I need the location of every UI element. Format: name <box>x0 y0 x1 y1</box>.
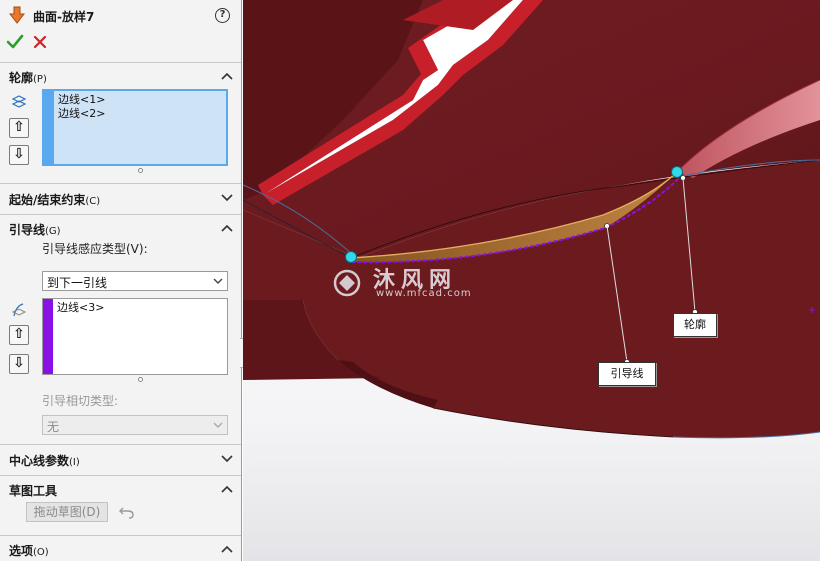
guide-tangency-label: 引导相切类型: <box>42 394 119 408</box>
guide-influence-select[interactable]: 到下一引线 <box>42 271 228 291</box>
section-start-end-header[interactable]: 起始/结束约束(C) <box>0 187 241 209</box>
section-centerline-label: 中心线参数 <box>9 454 70 468</box>
section-start-end-key: (C) <box>85 196 101 207</box>
feature-title: 曲面-放样7 <box>33 10 95 24</box>
guides-items: 边线<3> <box>57 301 104 315</box>
chevron-up-icon <box>221 485 233 493</box>
graphics-viewport[interactable]: 沐风网 www.mfcad.com 轮廓 引导线 <box>242 0 820 561</box>
divider <box>0 475 241 476</box>
property-manager: 曲面-放样7 ? 轮廓(P) ⇧ ⇩ 边线<1> 边线<2> 起始/结束约束(C… <box>0 0 242 561</box>
section-options-label: 选项 <box>9 544 34 558</box>
guide-curve-icon <box>11 303 27 317</box>
profile-icon <box>11 95 27 108</box>
move-up-button[interactable]: ⇧ <box>9 325 29 345</box>
loft-surface-icon <box>9 6 25 24</box>
guide-tangency-select[interactable]: 无 <box>42 415 228 435</box>
section-guides-header[interactable]: 引导线(G) <box>0 217 241 239</box>
guide-influence-label: 引导线感应类型(V): <box>42 242 148 256</box>
callout-profile[interactable]: 轮廓 <box>673 313 717 337</box>
divider <box>0 214 241 215</box>
section-profiles-key: (P) <box>33 74 47 85</box>
list-item[interactable]: 边线<1> <box>58 93 105 107</box>
chevron-up-icon <box>221 545 233 553</box>
chevron-up-icon <box>221 72 233 80</box>
ok-checkmark-icon[interactable] <box>6 33 24 51</box>
section-sketch-tools-header[interactable]: 草图工具 <box>0 478 241 500</box>
guide-tangency-value: 无 <box>47 420 60 434</box>
divider <box>0 535 241 536</box>
dropdown-arrow-icon <box>213 278 223 284</box>
section-centerline-key: (I) <box>69 457 80 468</box>
feature-title-bar: 曲面-放样7 ? <box>0 0 241 30</box>
guide-color-bar <box>43 299 53 374</box>
profiles-items: 边线<1> 边线<2> <box>58 93 105 121</box>
resize-handle[interactable] <box>138 377 143 382</box>
cancel-x-icon[interactable] <box>32 34 48 50</box>
guides-list[interactable]: 边线<3> <box>42 298 228 375</box>
section-profiles-label: 轮廓 <box>9 71 34 85</box>
section-guides-label: 引导线 <box>9 223 46 237</box>
callout-guide[interactable]: 引导线 <box>598 362 656 386</box>
divider <box>0 444 241 445</box>
section-guides-key: (G) <box>45 226 61 237</box>
resize-handle[interactable] <box>138 168 143 173</box>
list-item[interactable]: 边线<2> <box>58 107 105 121</box>
section-options-key: (O) <box>33 547 49 558</box>
move-down-button[interactable]: ⇩ <box>9 145 29 165</box>
move-up-button[interactable]: ⇧ <box>9 118 29 138</box>
undo-icon[interactable] <box>119 504 135 520</box>
watermark-url: www.mfcad.com <box>376 288 472 299</box>
divider <box>0 62 241 63</box>
model-view <box>242 0 820 561</box>
drag-sketch-button[interactable]: 拖动草图(D) <box>26 502 108 522</box>
section-profiles-header[interactable]: 轮廓(P) <box>0 65 241 87</box>
list-item[interactable]: 边线<3> <box>57 301 104 315</box>
section-start-end-label: 起始/结束约束 <box>9 193 86 207</box>
chevron-down-icon <box>221 455 233 463</box>
section-sketch-tools-label: 草图工具 <box>9 484 58 498</box>
help-icon[interactable]: ? <box>215 8 230 23</box>
section-centerline-header[interactable]: 中心线参数(I) <box>0 448 241 470</box>
chevron-up-icon <box>221 224 233 232</box>
chevron-down-icon <box>221 194 233 202</box>
profile-color-bar <box>44 91 54 164</box>
guide-influence-value: 到下一引线 <box>47 276 108 290</box>
divider <box>0 183 241 184</box>
section-options-header[interactable]: 选项(O) <box>0 538 241 560</box>
profiles-list[interactable]: 边线<1> 边线<2> <box>42 89 228 166</box>
move-down-button[interactable]: ⇩ <box>9 354 29 374</box>
dropdown-arrow-icon <box>213 422 223 428</box>
